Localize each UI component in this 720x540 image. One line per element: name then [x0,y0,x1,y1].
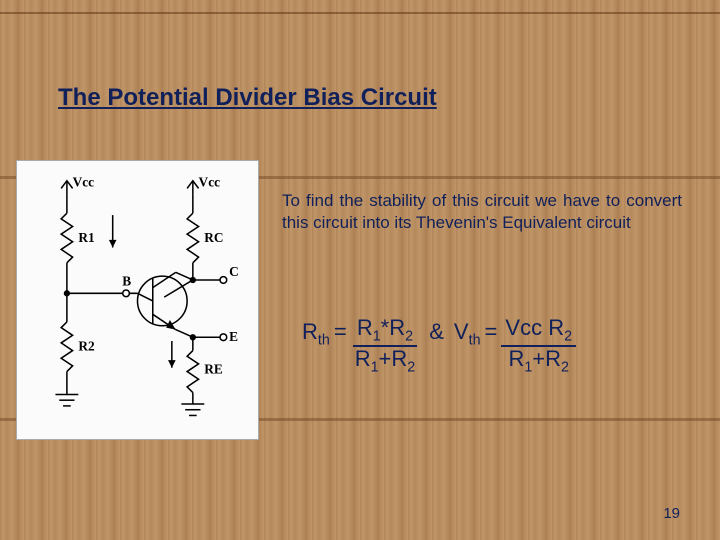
label-vcc-left: Vcc [73,174,95,189]
circuit-diagram: Vcc Vcc R1 R2 RC RE B C E [16,160,259,440]
label-e: E [229,329,238,344]
equals-2: = [481,316,502,345]
label-r2: R2 [78,339,95,354]
label-c: C [229,264,239,279]
rth-label: Rth [302,316,330,348]
slide-title: The Potential Divider Bias Circuit [58,84,437,112]
label-re: RE [204,361,223,376]
ampersand: & [419,316,454,345]
page-number: 19 [663,505,680,522]
body-paragraph: To find the stability of this circuit we… [282,190,682,234]
label-r1: R1 [78,230,94,245]
label-rc: RC [204,230,223,245]
circuit-svg: Vcc Vcc R1 R2 RC RE B C E [23,167,252,433]
label-b: B [122,274,131,289]
equals-1: = [330,316,351,345]
rth-fraction: R1*R2 R1+R2 [351,316,420,376]
vth-label: Vth [454,316,481,348]
vth-fraction: Vcc R2 R1+R2 [501,316,576,376]
formula-block: Rth = R1*R2 R1+R2 & Vth = Vcc R2 R1+R2 [302,316,684,376]
label-vcc-right: Vcc [199,174,221,189]
